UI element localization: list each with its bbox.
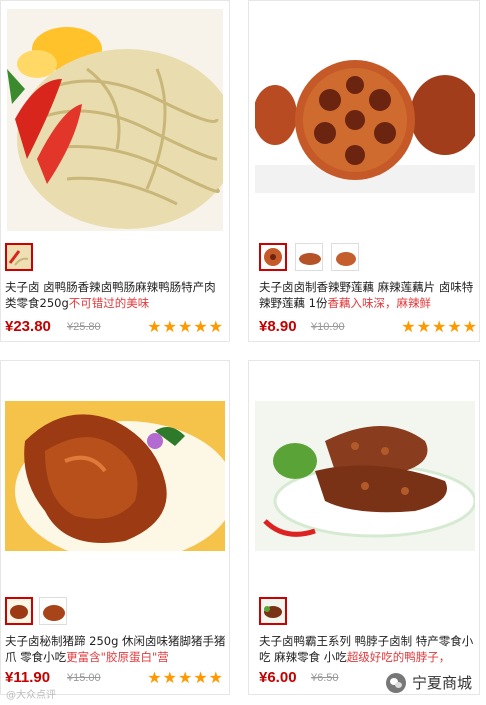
thumbnail[interactable] xyxy=(5,597,33,625)
original-price: ¥6.50 xyxy=(311,672,339,684)
product-title[interactable]: 夫子卤卤制香辣野莲藕 麻辣莲藕片 卤味特辣野莲藕 1份香藕入味深，麻辣鲜 xyxy=(259,279,481,311)
star-icon: ★ xyxy=(147,668,162,687)
star-icon: ★ xyxy=(431,317,447,336)
star-icon: ★ xyxy=(177,317,193,336)
shop-name: 宁夏商城 xyxy=(411,674,472,692)
product-image-duck-intestine[interactable] xyxy=(7,9,223,231)
wechat-icon xyxy=(385,672,406,693)
rating-stars: ★ ★ ★ ★ ★ xyxy=(147,670,223,686)
price: ¥23.80 xyxy=(5,318,51,335)
thumbnail[interactable] xyxy=(259,243,287,271)
watermark-shop: 宁夏商城 xyxy=(381,672,476,693)
star-icon: ★ xyxy=(447,317,462,336)
original-price: ¥10.90 xyxy=(311,321,345,333)
star-icon: ★ xyxy=(401,317,416,336)
price: ¥11.90 xyxy=(5,669,51,686)
rating-stars: ★ ★ ★ ★ ★ xyxy=(147,319,223,335)
product-title[interactable]: 夫子卤鸭霸王系列 鸭脖子卤制 特产零食小吃 麻辣零食 小吃超级好吃的鸭脖子， xyxy=(259,633,481,665)
product-title[interactable]: 夫子卤 卤鸭肠香辣卤鸭肠麻辣鸭肠特产肉类零食250g不可错过的美味 xyxy=(5,279,227,311)
product-card[interactable]: 夫子卤卤制香辣野莲藕 麻辣莲藕片 卤味特辣野莲藕 1份香藕入味深，麻辣鲜 ¥8.… xyxy=(248,0,480,342)
watermark-dianping: @大众点评 xyxy=(6,690,56,701)
thumbnail[interactable] xyxy=(259,597,287,625)
original-price: ¥15.00 xyxy=(67,672,101,684)
rating-stars: ★ ★ ★ ★ ★ xyxy=(401,319,477,335)
star-icon: ★ xyxy=(208,668,223,687)
star-icon: ★ xyxy=(462,317,477,336)
product-title[interactable]: 夫子卤秘制猪蹄 250g 休闲卤味猪脚猪手猪爪 零食小吃更富含"胶原蛋白"营 xyxy=(5,633,227,665)
star-icon: ★ xyxy=(208,317,223,336)
product-image-pig-trotter[interactable] xyxy=(5,401,225,551)
product-image-lotus-root[interactable] xyxy=(255,55,475,193)
product-card[interactable]: 夫子卤秘制猪蹄 250g 休闲卤味猪脚猪手猪爪 零食小吃更富含"胶原蛋白"营 ¥… xyxy=(0,360,230,695)
thumbnail[interactable] xyxy=(39,597,67,625)
star-icon: ★ xyxy=(416,317,431,336)
product-card[interactable]: 夫子卤 卤鸭肠香辣卤鸭肠麻辣鸭肠特产肉类零食250g不可错过的美味 ¥23.80… xyxy=(0,0,230,342)
price: ¥6.00 xyxy=(259,669,297,686)
product-card[interactable]: 夫子卤鸭霸王系列 鸭脖子卤制 特产零食小吃 麻辣零食 小吃超级好吃的鸭脖子， ¥… xyxy=(248,360,480,695)
thumbnail[interactable] xyxy=(331,243,359,271)
star-icon: ★ xyxy=(177,668,193,687)
thumbnail[interactable] xyxy=(295,243,323,271)
star-icon: ★ xyxy=(162,317,177,336)
product-image-duck-neck[interactable] xyxy=(255,401,475,551)
star-icon: ★ xyxy=(162,668,177,687)
original-price: ¥25.80 xyxy=(67,321,101,333)
star-icon: ★ xyxy=(193,668,208,687)
star-icon: ★ xyxy=(147,317,162,336)
star-icon: ★ xyxy=(193,317,208,336)
price: ¥8.90 xyxy=(259,318,297,335)
thumbnail[interactable] xyxy=(5,243,33,271)
